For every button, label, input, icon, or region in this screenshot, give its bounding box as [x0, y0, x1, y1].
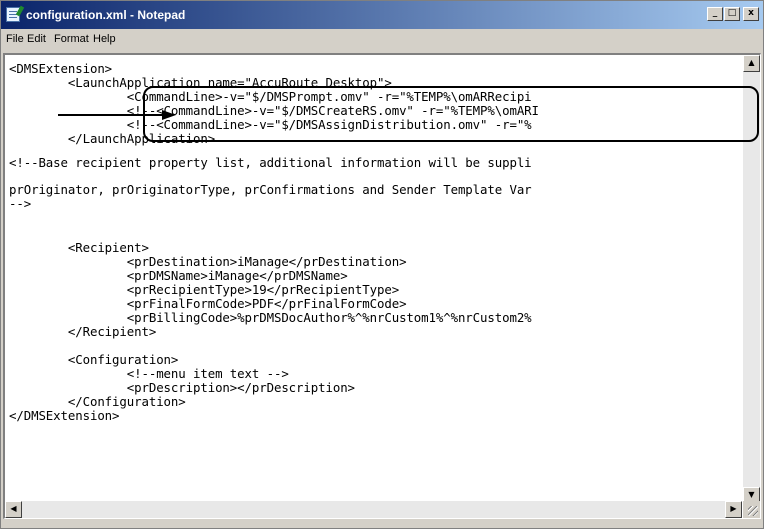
- minimize-button[interactable]: _: [707, 7, 723, 21]
- menu-edit[interactable]: Edit: [27, 33, 46, 45]
- arrow-up-icon[interactable]: ▲: [743, 55, 760, 72]
- close-button[interactable]: x: [743, 7, 759, 21]
- menu-file[interactable]: File: [6, 33, 24, 45]
- text-line: <prFinalFormCode>PDF</prFinalFormCode>: [9, 296, 407, 311]
- window-title: configuration.xml - Notepad: [26, 8, 186, 22]
- title-bar[interactable]: configuration.xml - Notepad _ □ x: [1, 1, 763, 29]
- text-line: </Configuration>: [9, 394, 186, 409]
- text-line: <prDestination>iManage</prDestination>: [9, 254, 407, 269]
- text-line: <!--menu item text -->: [9, 366, 289, 381]
- text-line: prOriginator, prOriginatorType, prConfir…: [9, 182, 532, 197]
- resize-grip[interactable]: [743, 501, 760, 518]
- menu-bar: File Edit Format Help: [2, 31, 762, 50]
- arrow-left-icon[interactable]: ◀: [5, 501, 22, 518]
- text-line: <DMSExtension>: [9, 61, 113, 76]
- text-line: <prDMSName>iManage</prDMSName>: [9, 268, 348, 283]
- text-line: <Recipient>: [9, 240, 149, 255]
- horizontal-scrollbar[interactable]: ◀ ▶: [5, 501, 742, 518]
- annotation-highlight-box: [143, 86, 759, 142]
- text-line: <Configuration>: [9, 352, 179, 367]
- notepad-icon[interactable]: [6, 7, 20, 22]
- text-line: <!--Base recipient property list, additi…: [9, 155, 532, 170]
- maximize-button[interactable]: □: [724, 7, 740, 21]
- text-line: <prDescription></prDescription>: [9, 380, 355, 395]
- text-line: </Recipient>: [9, 324, 157, 339]
- arrow-right-icon[interactable]: ▶: [725, 501, 742, 518]
- annotation-arrow-icon: [58, 110, 176, 120]
- text-line: <prRecipientType>19</prRecipientType>: [9, 282, 400, 297]
- text-line: -->: [9, 196, 32, 211]
- text-line: <prBillingCode>%prDMSDocAuthor%^%nrCusto…: [9, 310, 532, 325]
- notepad-window: configuration.xml - Notepad _ □ x File E…: [0, 0, 764, 529]
- menu-format[interactable]: Format: [54, 33, 89, 45]
- text-line: </DMSExtension>: [9, 408, 120, 423]
- menu-help[interactable]: Help: [93, 33, 116, 45]
